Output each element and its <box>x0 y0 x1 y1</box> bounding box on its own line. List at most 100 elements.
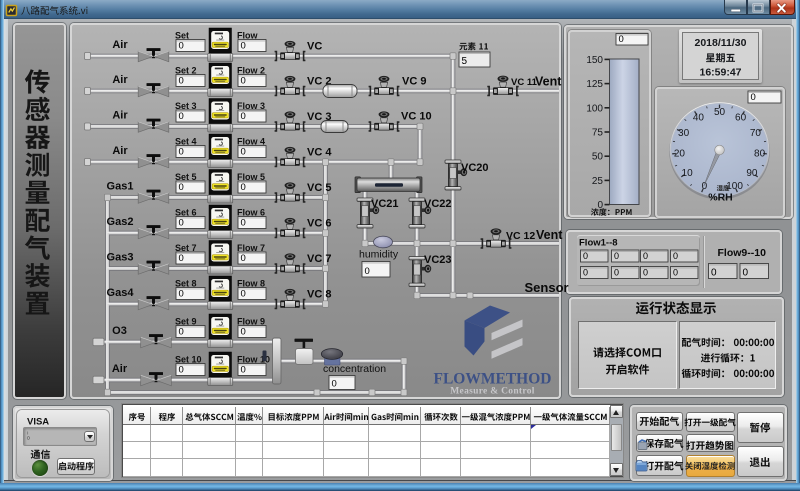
svg-text:0: 0 <box>179 327 184 338</box>
svg-text:16:59:47: 16:59:47 <box>699 67 741 79</box>
svg-text:125: 125 <box>586 79 603 90</box>
svg-text:Flow1--8: Flow1--8 <box>579 238 618 249</box>
svg-text:30: 30 <box>678 128 690 139</box>
svg-text:Set 3: Set 3 <box>175 101 197 111</box>
svg-text:VC 6: VC 6 <box>307 218 331 230</box>
svg-text:75: 75 <box>592 128 604 139</box>
svg-text:0: 0 <box>241 327 246 338</box>
svg-text:Air: Air <box>112 74 128 86</box>
svg-text:VC22: VC22 <box>424 198 452 210</box>
svg-text:50: 50 <box>592 152 604 163</box>
svg-text:Gas2: Gas2 <box>107 216 134 228</box>
svg-text:0: 0 <box>241 76 246 87</box>
svg-text:50: 50 <box>714 107 726 118</box>
svg-text:Vent: Vent <box>535 75 562 89</box>
svg-text:0: 0 <box>751 92 756 103</box>
svg-text:Flow 9: Flow 9 <box>237 317 265 327</box>
svg-text:Set 7: Set 7 <box>175 243 197 253</box>
svg-text:0: 0 <box>332 379 337 390</box>
svg-text:0: 0 <box>643 268 648 278</box>
svg-text:O: O <box>27 436 31 441</box>
svg-text:Flow 4: Flow 4 <box>237 137 265 147</box>
svg-text:10: 10 <box>682 168 694 179</box>
svg-text:150: 150 <box>586 55 603 66</box>
svg-text:Set: Set <box>175 31 189 41</box>
svg-text:0: 0 <box>643 251 648 261</box>
svg-text:0: 0 <box>241 182 246 193</box>
svg-text:80: 80 <box>754 149 766 160</box>
svg-text:0: 0 <box>614 251 619 261</box>
svg-text:Air: Air <box>112 145 128 157</box>
svg-text:20: 20 <box>674 149 686 160</box>
svg-text:0: 0 <box>179 218 184 229</box>
svg-text:Set 2: Set 2 <box>175 66 197 76</box>
svg-text:VISA: VISA <box>27 417 49 428</box>
svg-text:Flow9--10: Flow9--10 <box>718 247 767 259</box>
svg-text:Flow 6: Flow 6 <box>237 208 265 218</box>
svg-text:0: 0 <box>241 41 246 52</box>
svg-text:Flow: Flow <box>237 31 258 41</box>
svg-text:0: 0 <box>241 147 246 158</box>
svg-text:0: 0 <box>702 181 708 192</box>
svg-text:Flow 3: Flow 3 <box>237 101 265 111</box>
svg-text:0: 0 <box>179 253 184 264</box>
svg-text:0: 0 <box>179 289 184 300</box>
svg-text:70: 70 <box>750 128 762 139</box>
svg-text:Gas1: Gas1 <box>107 181 134 193</box>
svg-text:5: 5 <box>462 56 468 67</box>
svg-text:100: 100 <box>726 181 743 192</box>
svg-text:Air: Air <box>112 110 128 122</box>
svg-text:0: 0 <box>179 365 184 376</box>
svg-text:25: 25 <box>592 176 604 187</box>
svg-text:Flow 7: Flow 7 <box>237 243 265 253</box>
svg-text:FLOWMETHOD: FLOWMETHOD <box>434 371 552 388</box>
svg-text:60: 60 <box>735 113 747 124</box>
svg-text:2018/11/30: 2018/11/30 <box>695 37 747 49</box>
svg-text:Set 4: Set 4 <box>175 137 197 147</box>
svg-text:0: 0 <box>743 268 749 279</box>
svg-text:Flow 5: Flow 5 <box>237 172 265 182</box>
svg-text:%RH: %RH <box>708 192 733 204</box>
svg-text:0: 0 <box>711 268 717 279</box>
svg-text:0: 0 <box>673 268 678 278</box>
svg-text:0: 0 <box>179 41 184 52</box>
svg-text:Measure & Control: Measure & Control <box>450 387 534 397</box>
svg-text:Set 10: Set 10 <box>175 355 202 365</box>
svg-text:VC 7: VC 7 <box>307 253 331 265</box>
svg-text:0: 0 <box>241 253 246 264</box>
svg-text:Set 8: Set 8 <box>175 279 197 289</box>
svg-text:Set 5: Set 5 <box>175 172 197 182</box>
svg-text:VC 5: VC 5 <box>307 182 331 194</box>
svg-text:Flow 2: Flow 2 <box>237 66 265 76</box>
svg-text:0: 0 <box>614 268 619 278</box>
svg-text:Set 6: Set 6 <box>175 208 197 218</box>
svg-text:humidity: humidity <box>359 249 399 261</box>
svg-text:VC 9: VC 9 <box>402 76 426 88</box>
svg-text:Gas3: Gas3 <box>107 252 134 264</box>
svg-text:0: 0 <box>619 34 624 45</box>
svg-text:0: 0 <box>241 365 246 376</box>
svg-text:0: 0 <box>583 251 588 261</box>
svg-text:0: 0 <box>179 147 184 158</box>
svg-text:VC: VC <box>307 41 322 53</box>
svg-text:0: 0 <box>673 251 678 261</box>
svg-text:40: 40 <box>693 113 705 124</box>
svg-text:VC21: VC21 <box>371 198 399 210</box>
svg-text:Air: Air <box>112 39 128 51</box>
svg-text:0: 0 <box>241 289 246 300</box>
svg-text:concentration: concentration <box>323 363 386 375</box>
svg-text:0: 0 <box>179 182 184 193</box>
svg-text:90: 90 <box>746 168 758 179</box>
svg-text:Vent: Vent <box>536 228 563 242</box>
svg-text:Set 9: Set 9 <box>175 317 197 327</box>
svg-text:Flow 8: Flow 8 <box>237 279 265 289</box>
svg-text:VC 10: VC 10 <box>401 111 432 123</box>
svg-text:0: 0 <box>241 218 246 229</box>
svg-text:Gas4: Gas4 <box>107 287 135 299</box>
svg-text:0: 0 <box>241 111 246 122</box>
svg-text:VC20: VC20 <box>461 162 489 174</box>
svg-text:VC 8: VC 8 <box>307 289 331 301</box>
svg-text:0: 0 <box>179 111 184 122</box>
svg-text:VC 12: VC 12 <box>506 230 535 242</box>
svg-text:O3: O3 <box>112 325 127 337</box>
